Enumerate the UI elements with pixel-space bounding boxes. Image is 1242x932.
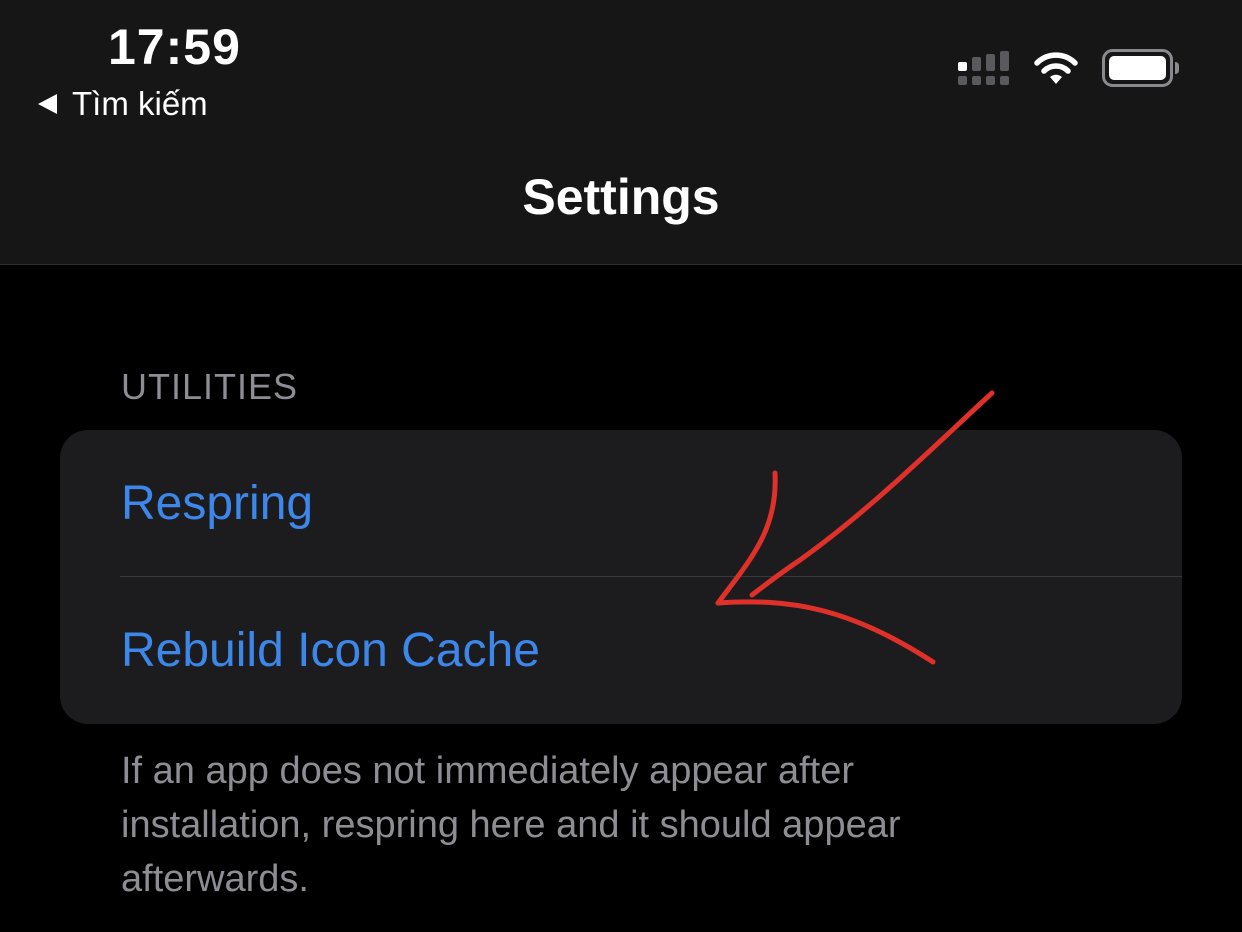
respring-button[interactable]: Respring [60,430,1182,576]
wifi-icon [1034,52,1078,84]
status-icons [958,48,1180,88]
rebuild-icon-cache-button[interactable]: Rebuild Icon Cache [60,577,1182,723]
back-button[interactable]: Tìm kiếm [38,82,208,126]
utilities-group: Respring Rebuild Icon Cache [60,430,1182,724]
respring-label: Respring [121,477,314,530]
battery-icon [1102,49,1179,87]
settings-screen: 17:59 Tìm kiếm Settings UTILITIES Respri… [0,0,1242,932]
back-arrow-icon [38,94,57,114]
back-label: Tìm kiếm [72,85,208,122]
section-footer: If an app does not immediately appear af… [121,750,901,900]
section-header: UTILITIES [121,366,299,407]
header: 17:59 Tìm kiếm Settings [0,0,1242,265]
status-time: 17:59 [108,19,241,75]
cellular-signal-icon [958,51,1009,85]
rebuild-icon-cache-label: Rebuild Icon Cache [121,624,540,677]
page-title: Settings [522,169,720,225]
